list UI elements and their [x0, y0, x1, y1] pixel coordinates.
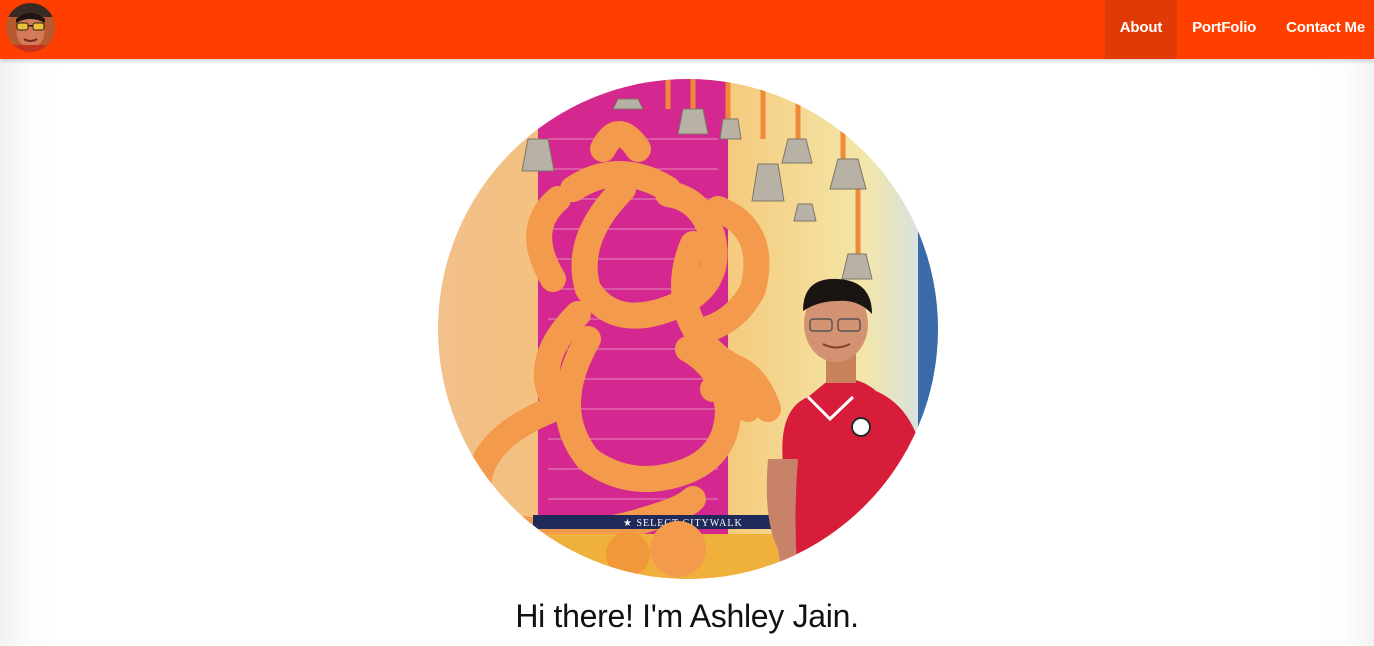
- nav-about-link[interactable]: About: [1104, 0, 1178, 59]
- profile-photo: ★ SELECT CITYWALK: [438, 79, 938, 579]
- top-navbar: About PortFolio Contact Me: [0, 0, 1374, 59]
- nav-portfolio-link[interactable]: PortFolio: [1177, 0, 1271, 59]
- avatar-image: [6, 3, 55, 52]
- nav-menu: About PortFolio Contact Me: [1104, 0, 1374, 59]
- hero-section: ★ SELECT CITYWALK Hi there! I'm Ashley J…: [0, 59, 1374, 646]
- profile-photo-image: ★ SELECT CITYWALK: [438, 79, 938, 579]
- avatar-icon[interactable]: [6, 3, 55, 52]
- greeting-heading: Hi there! I'm Ashley Jain.: [515, 598, 859, 634]
- nav-contact-link[interactable]: Contact Me: [1271, 0, 1374, 59]
